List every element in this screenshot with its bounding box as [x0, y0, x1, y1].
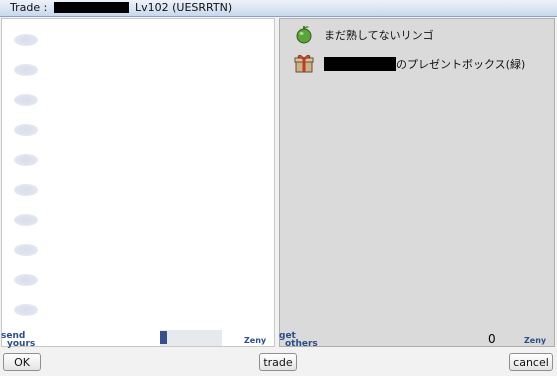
- ok-button[interactable]: OK: [3, 353, 41, 371]
- title-bar[interactable]: Trade : Lv102 (UESRRTN): [0, 0, 557, 17]
- other-items-pane[interactable]: まだ熟してないリンゴ のプレゼントボックス(緑): [279, 18, 555, 347]
- other-zeny-unit: Zeny: [524, 336, 547, 345]
- empty-item-slot[interactable]: [14, 274, 38, 286]
- empty-item-slot[interactable]: [14, 94, 38, 106]
- empty-item-slot[interactable]: [14, 304, 38, 316]
- cancel-button[interactable]: cancel: [509, 353, 553, 371]
- item-label-text: のプレゼントボックス(緑): [396, 58, 526, 71]
- other-zeny-amount: 0: [488, 332, 496, 346]
- my-zeny-unit: Zeny: [244, 336, 267, 345]
- empty-item-slot[interactable]: [14, 154, 38, 166]
- empty-item-slot[interactable]: [14, 184, 38, 196]
- others-label: others: [285, 339, 318, 349]
- send-yours-label: send yours: [1, 332, 36, 349]
- my-items-pane[interactable]: [1, 18, 275, 347]
- my-zeny-input[interactable]: [160, 330, 222, 346]
- item-owner-redacted: [324, 57, 396, 71]
- item-label: まだ熟してないリンゴ: [324, 29, 434, 42]
- empty-item-slot[interactable]: [14, 214, 38, 226]
- get-others-label: get others: [279, 332, 318, 349]
- present-box-icon: [294, 53, 314, 73]
- partner-name-redacted: [54, 2, 129, 13]
- green-apple-icon: [294, 24, 314, 44]
- empty-item-slot[interactable]: [14, 244, 38, 256]
- zeny-input-selection: [160, 331, 167, 344]
- trade-button[interactable]: trade: [259, 353, 297, 371]
- empty-item-slot[interactable]: [14, 64, 38, 76]
- empty-item-slot[interactable]: [14, 34, 38, 46]
- partner-level: Lv102 (UESRRTN): [135, 1, 233, 14]
- item-label: のプレゼントボックス(緑): [324, 56, 525, 72]
- empty-item-slot[interactable]: [14, 124, 38, 136]
- trade-title-label: Trade :: [10, 1, 48, 14]
- yours-label: yours: [7, 339, 36, 349]
